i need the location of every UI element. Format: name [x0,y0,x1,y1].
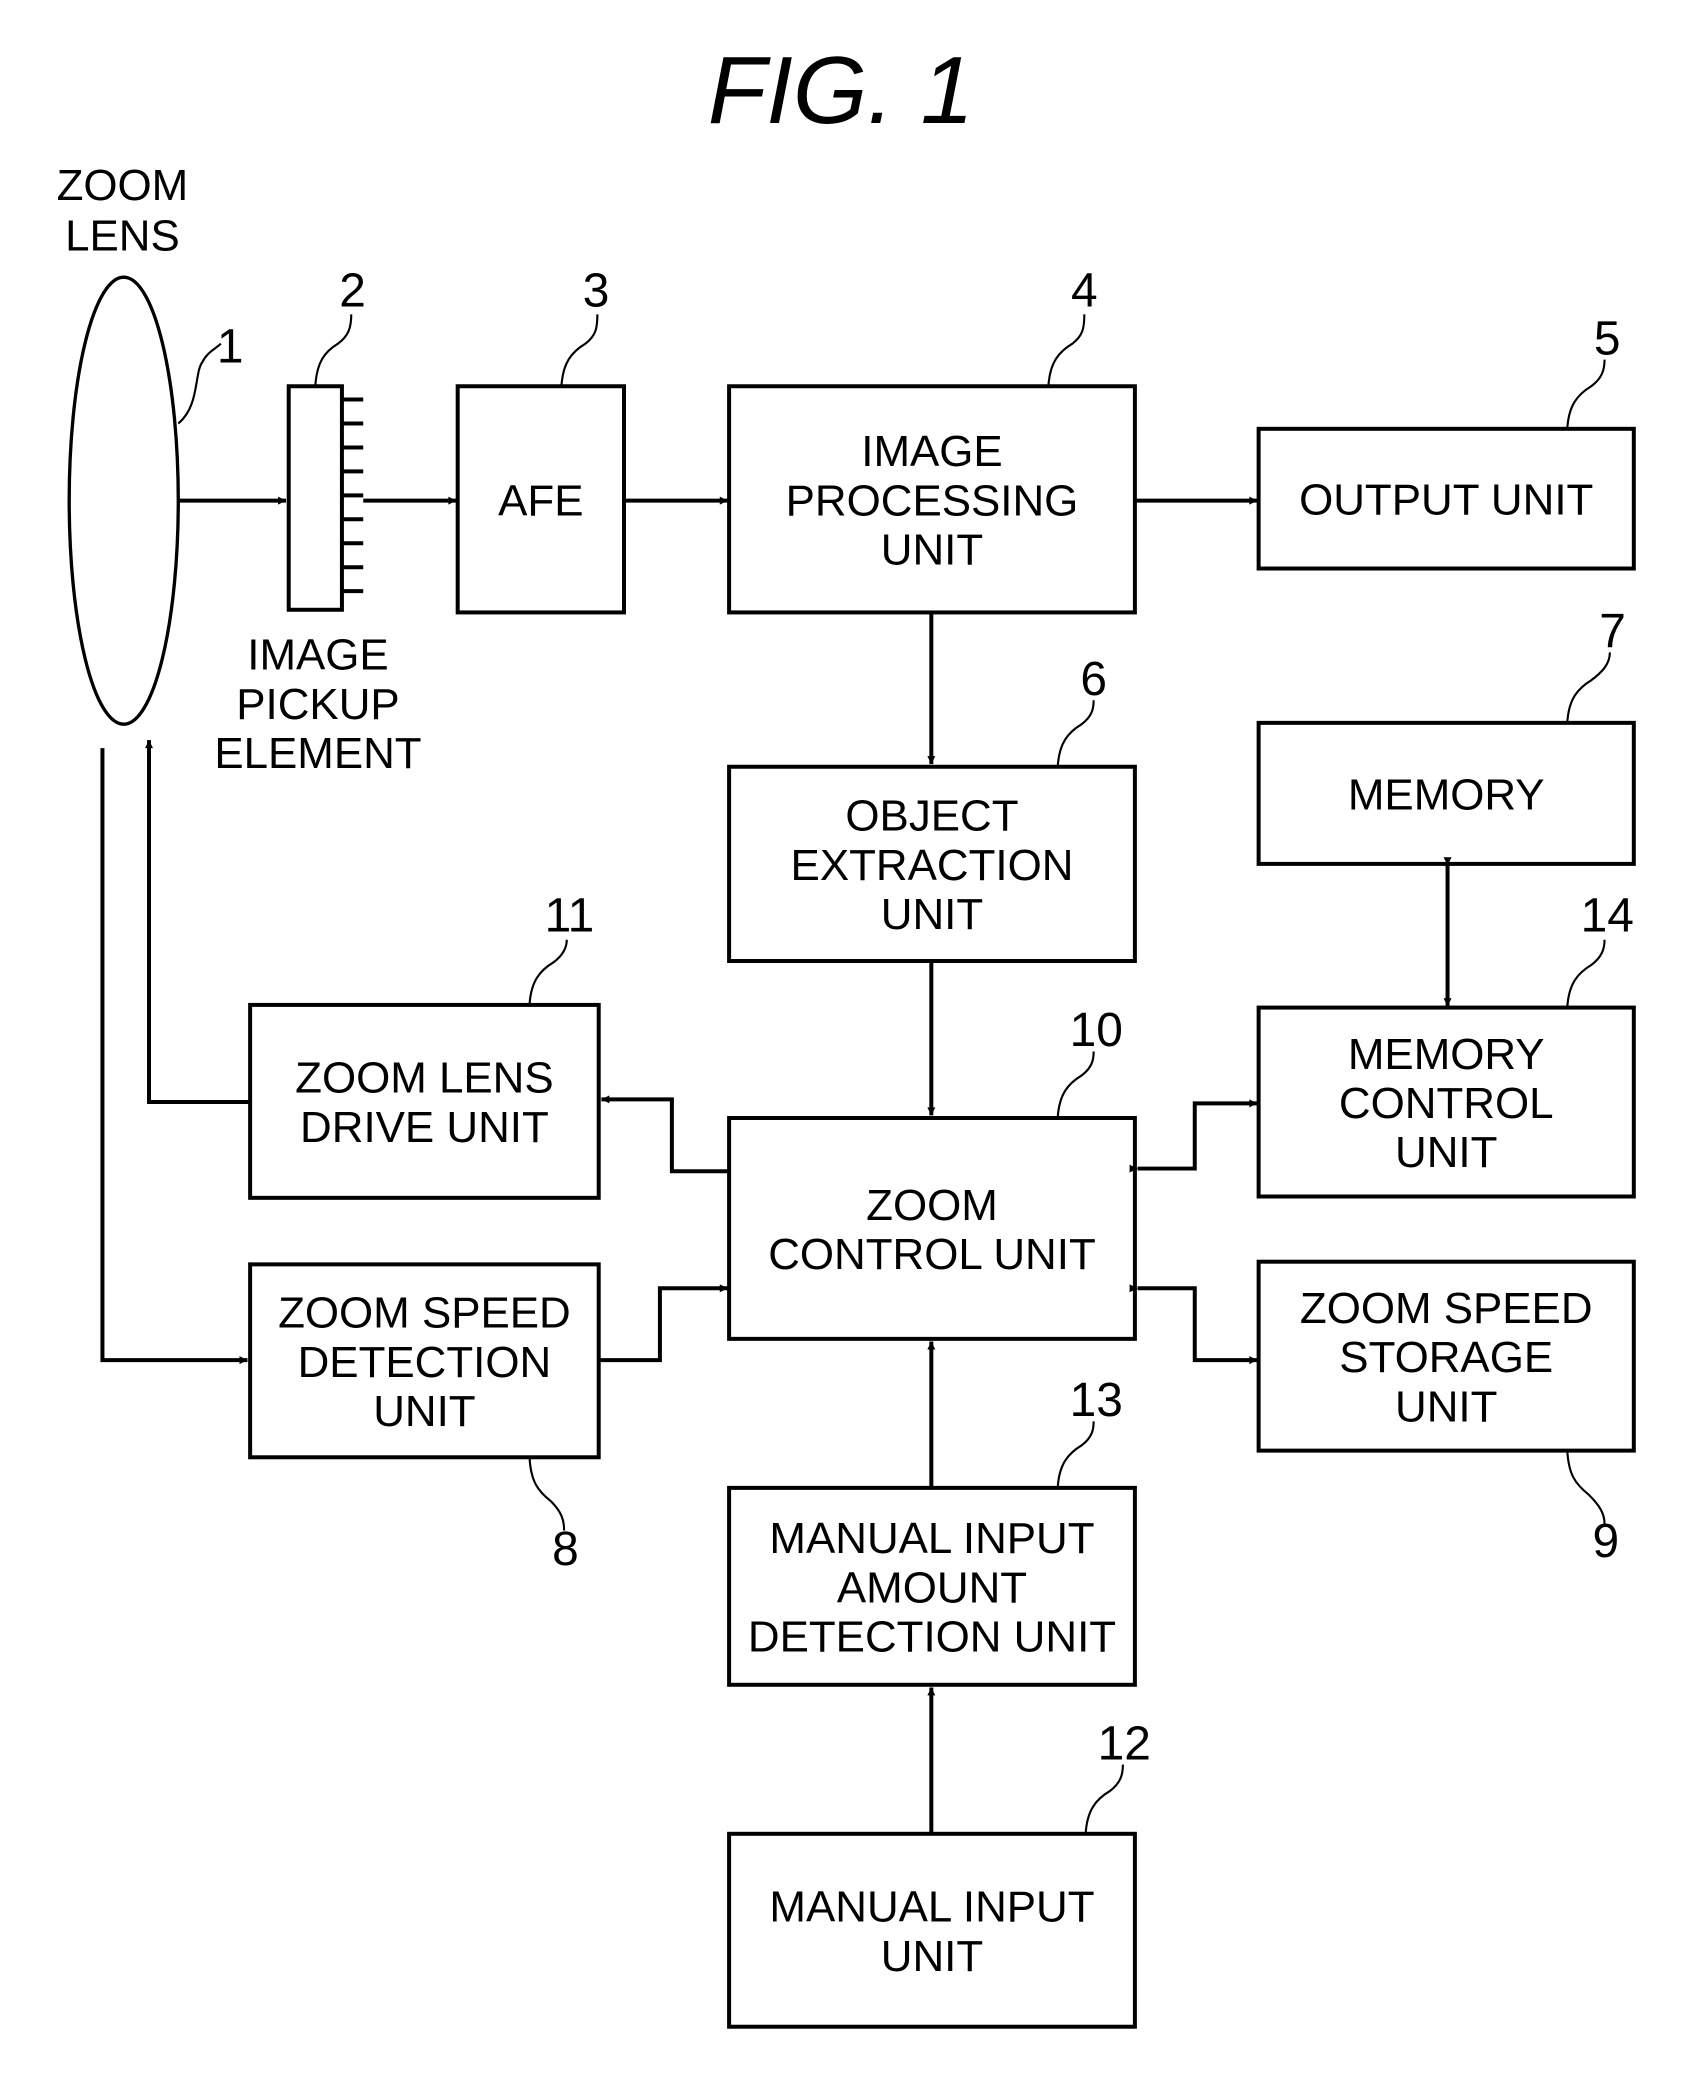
ref-leader-10 [1056,1051,1095,1119]
ref-label-5: 5 [1594,312,1621,365]
ref-label-2: 2 [339,264,366,317]
lens-ellipse-icon [67,275,180,726]
ref-leader-2 [314,314,353,387]
manual-input-unit-label-line2: UNIT [881,1932,983,1981]
ref-label-3: 3 [583,264,610,317]
manual-input-unit-label-line1: MANUAL INPUT [769,1883,1094,1932]
ref-leader-13 [1056,1421,1095,1488]
ref-leader-1 [177,342,222,425]
figure-title: FIG. 1 [708,37,974,144]
ref-leader-7 [1566,652,1611,723]
wire-zoom-control-speed-storage [1129,1284,1258,1365]
wire-speed-detection-to-zoom-control [598,1284,728,1363]
block-zoom-speed-storage-unit: ZOOM SPEEDSTORAGEUNIT 9 [1256,1259,1636,1568]
zoom-speed-detection-unit-label-line3: UNIT [373,1387,475,1436]
manual-input-amount-detection-unit-label-line2: AMOUNT [837,1563,1027,1612]
ref-label-10: 10 [1070,1004,1123,1057]
block-image-processing-unit: IMAGEPROCESSINGUNIT 4 [727,264,1137,615]
wire-lens-drive-to-lens [145,740,251,1105]
zoom-speed-storage-unit-label-line1: ZOOM SPEED [1300,1284,1593,1333]
block-zoom-speed-detection-unit: ZOOM SPEEDDETECTIONUNIT 8 [248,1262,601,1576]
ref-leader-8 [528,1457,566,1531]
memory-control-unit-label-line1: MEMORY [1348,1030,1545,1079]
block-output-unit: OUTPUT UNIT 5 [1256,312,1636,571]
zoom-lens-drive-unit-label-line2: DRIVE UNIT [300,1103,549,1152]
ref-label-7: 7 [1599,605,1626,658]
block-memory: MEMORY 7 [1256,605,1636,866]
memory-control-unit-label-line3: UNIT [1395,1128,1497,1177]
block-zoom-lens-drive-unit: ZOOM LENSDRIVE UNIT 11 [248,890,601,1200]
ref-leader-4 [1047,314,1086,387]
image-processing-unit-label-line1: IMAGE [861,427,1002,476]
ref-leader-5 [1566,359,1606,429]
image-processing-unit-label-line3: UNIT [881,526,983,575]
zoom-lens-caption-line2: LENS [65,212,180,261]
ref-label-8: 8 [552,1523,579,1576]
pickup-caption-line1: IMAGE [247,631,388,680]
ref-leader-9 [1566,1450,1606,1524]
zoom-speed-detection-unit-label-line1: ZOOM SPEED [278,1289,571,1338]
ref-label-13: 13 [1070,1374,1123,1427]
object-extraction-unit-label-line1: OBJECT [845,792,1018,841]
ref-label-4: 4 [1071,264,1098,317]
wire-lens-to-speed-detection [100,748,248,1365]
zoom-speed-storage-unit-label-line3: UNIT [1395,1382,1497,1431]
image-pickup-element: 2 IMAGE PICKUP ELEMENT [214,264,421,778]
wire-zoom-control-to-lens-drive [601,1095,728,1174]
zoom-speed-storage-unit-label-line2: STORAGE [1339,1333,1553,1382]
zoom-lens-drive-unit-label-line1: ZOOM LENS [295,1054,554,1103]
pickup-caption-line2: PICKUP [236,680,399,729]
image-processing-unit-label-line2: PROCESSING [786,476,1079,525]
zoom-control-unit-label-line1: ZOOM [866,1181,998,1230]
ref-leader-12 [1084,1764,1124,1834]
memory-label-line1: MEMORY [1348,770,1545,819]
ref-leader-3 [560,314,599,387]
manual-input-amount-detection-unit-label-line3: DETECTION UNIT [748,1613,1116,1662]
ref-leader-11 [528,939,568,1005]
object-extraction-unit-label-line3: UNIT [881,890,983,939]
zoom-lens: ZOOM LENS 1 [57,161,244,726]
pickup-element-pins [341,397,364,594]
pickup-caption-line3: ELEMENT [214,729,421,778]
afe-label-line1: AFE [498,476,583,525]
block-diagram: FIG. 1 ZOOM LENS 1 2 IMAGE PICKUP ELEMEN… [57,37,1636,2029]
ref-leader-14 [1566,939,1606,1008]
block-afe: AFE 3 [455,264,626,615]
manual-input-amount-detection-unit-label-line1: MANUAL INPUT [769,1514,1094,1563]
ref-leader-6 [1056,700,1095,767]
wire-zoom-control-memory-control [1129,1099,1258,1173]
ref-label-1: 1 [217,320,244,373]
ref-label-9: 9 [1593,1515,1620,1568]
object-extraction-unit-label-line2: EXTRACTION [791,841,1074,890]
memory-control-unit-label-line2: CONTROL [1339,1079,1554,1128]
ref-label-12: 12 [1098,1717,1151,1770]
ref-label-6: 6 [1080,653,1107,706]
pickup-element-body [286,384,344,612]
zoom-control-unit-label-line2: CONTROL UNIT [768,1230,1096,1279]
ref-label-11: 11 [545,890,595,943]
ref-label-14: 14 [1581,890,1634,943]
output-unit-label-line1: OUTPUT UNIT [1299,476,1593,525]
block-manual-input-unit: MANUAL INPUTUNIT 12 [727,1717,1151,2029]
zoom-speed-detection-unit-label-line2: DETECTION [298,1338,552,1387]
zoom-lens-caption-line1: ZOOM [57,161,189,210]
